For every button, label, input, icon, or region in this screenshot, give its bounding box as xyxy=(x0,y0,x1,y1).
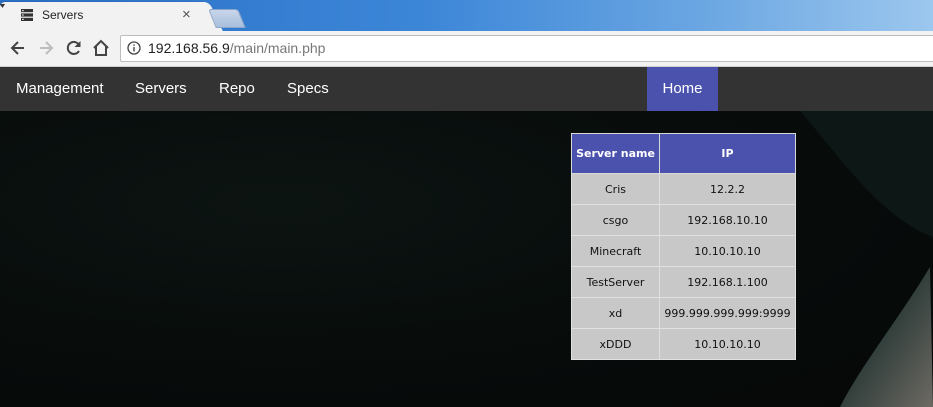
nav-specs[interactable]: Specs xyxy=(287,67,329,111)
tab-strip: Servers × xyxy=(0,0,933,31)
servers-table: Server name IP Cris 12.2.2 csgo 192.168.… xyxy=(571,133,796,360)
info-icon[interactable] xyxy=(127,41,141,55)
table-row: TestServer 192.168.1.100 xyxy=(571,266,796,298)
server-name-cell: TestServer xyxy=(571,266,660,298)
top-navbar: Management Servers Repo Specs Home xyxy=(0,67,933,111)
header-server-name: Server name xyxy=(571,133,660,174)
server-ip-cell: 999.999.999.999:9999 xyxy=(659,297,796,329)
server-name-cell: Cris xyxy=(571,173,660,205)
tab-title: Servers xyxy=(42,8,84,22)
server-ip-cell: 10.10.10.10 xyxy=(659,235,796,267)
server-name-cell: xDDD xyxy=(571,328,660,360)
table-row: xd 999.999.999.999:9999 xyxy=(571,297,796,329)
new-tab-button[interactable] xyxy=(208,9,246,28)
server-name-cell: Minecraft xyxy=(571,235,660,267)
table-row: Minecraft 10.10.10.10 xyxy=(571,235,796,267)
reload-icon[interactable] xyxy=(64,38,84,58)
table-row: Cris 12.2.2 xyxy=(571,173,796,205)
nav-repo[interactable]: Repo xyxy=(219,67,255,111)
server-ip-cell: 192.168.10.10 xyxy=(659,204,796,236)
url-host: 192.168.56.9 xyxy=(148,40,230,56)
table-row: xDDD 10.10.10.10 xyxy=(571,328,796,360)
server-name-cell: csgo xyxy=(571,204,660,236)
address-bar[interactable]: 192.168.56.9/main/main.php xyxy=(120,35,933,62)
home-icon[interactable] xyxy=(91,38,111,58)
page-content: Management Servers Repo Specs Home Serve… xyxy=(0,67,933,407)
arrow-right-icon[interactable] xyxy=(36,38,56,58)
nav-servers[interactable]: Servers xyxy=(135,67,187,111)
nav-management[interactable]: Management xyxy=(16,67,104,111)
arrow-left-icon[interactable] xyxy=(8,38,28,58)
header-ip: IP xyxy=(659,133,796,174)
url-text[interactable]: 192.168.56.9/main/main.php xyxy=(148,40,325,56)
browser-toolbar: 192.168.56.9/main/main.php xyxy=(0,31,933,67)
nav-home[interactable]: Home xyxy=(647,67,718,111)
tab-close-icon[interactable]: × xyxy=(182,7,191,22)
server-ip-cell: 10.10.10.10 xyxy=(659,328,796,360)
url-path: /main/main.php xyxy=(229,40,326,56)
table-row: csgo 192.168.10.10 xyxy=(571,204,796,236)
browser-window: Servers × 192.168.56.9/main/main.php Man… xyxy=(0,0,933,407)
server-ip-cell: 192.168.1.100 xyxy=(659,266,796,298)
server-name-cell: xd xyxy=(571,297,660,329)
server-ip-cell: 12.2.2 xyxy=(659,173,796,205)
table-header-row: Server name IP xyxy=(571,133,796,174)
tab-menu-icon xyxy=(0,4,5,8)
server-icon xyxy=(21,9,33,21)
